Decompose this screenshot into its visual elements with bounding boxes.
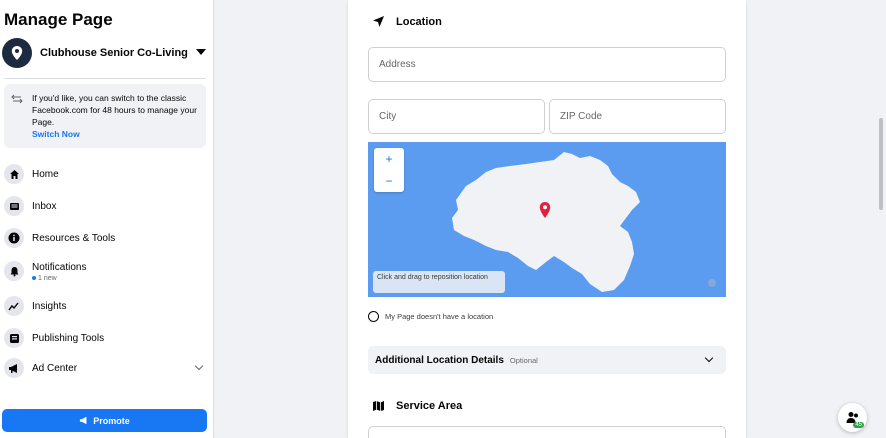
sidebar-item-inbox[interactable]: Inbox — [4, 193, 208, 219]
sidebar-item-label: Home — [32, 168, 59, 180]
page-name: Clubhouse Senior Co-Living — [40, 47, 188, 59]
chevron-down-icon[interactable] — [704, 353, 714, 363]
sidebar-item-label: Notifications — [32, 261, 87, 273]
address-input[interactable]: Address — [368, 47, 726, 82]
chevron-down-icon[interactable] — [194, 361, 204, 371]
sidebar-item-ad-center[interactable]: Ad Center — [4, 355, 208, 381]
city-input[interactable]: City — [368, 99, 545, 134]
megaphone-icon — [4, 358, 24, 378]
service-area-title: Service Area — [396, 400, 463, 412]
city-placeholder: City — [379, 111, 397, 122]
navigation-arrow-icon — [370, 15, 386, 28]
caret-down-icon[interactable] — [196, 49, 206, 55]
sidebar-item-label: Ad Center — [32, 362, 78, 374]
additional-location-details-accordion[interactable]: Additional Location Details Optional — [368, 346, 726, 374]
switch-now-link[interactable]: Switch Now — [32, 129, 80, 139]
insights-icon — [4, 296, 24, 316]
home-icon — [4, 164, 24, 184]
zoom-in-button[interactable]: + — [374, 148, 404, 170]
inbox-icon — [4, 196, 24, 216]
sidebar-item-label: Resources & Tools — [32, 232, 116, 244]
divider — [4, 78, 206, 79]
location-pin-icon — [11, 46, 23, 60]
notifications-sub-label: 1 new — [38, 275, 57, 282]
sidebar-title: Manage Page — [4, 10, 113, 29]
map-attribution-icon[interactable] — [708, 279, 716, 287]
location-section-header: Location — [370, 15, 442, 28]
location-title: Location — [396, 15, 442, 28]
service-area-input[interactable] — [368, 426, 726, 438]
publishing-icon — [4, 328, 24, 348]
manage-page-sidebar: Manage Page Clubhouse Senior Co-Living I… — [0, 0, 214, 438]
contacts-button[interactable]: 45 — [838, 403, 867, 432]
additional-details-title: Additional Location Details — [375, 354, 504, 366]
no-location-radio[interactable] — [368, 311, 379, 322]
sidebar-item-publishing-tools[interactable]: Publishing Tools — [4, 325, 208, 351]
notifications-count: 1 new — [32, 275, 57, 282]
bell-icon — [4, 261, 24, 281]
sidebar-item-label: Insights — [32, 300, 67, 312]
sidebar-item-label: Inbox — [32, 200, 57, 212]
service-area-section-header: Service Area — [370, 400, 462, 412]
sidebar-item-notifications[interactable]: Notifications 1 new — [4, 258, 208, 284]
page-switcher[interactable]: Clubhouse Senior Co-Living — [2, 38, 212, 68]
classic-notice: If you'd like, you can switch to the cla… — [4, 84, 206, 148]
optional-tag: Optional — [509, 355, 538, 365]
promote-button[interactable]: Promote — [2, 409, 207, 432]
promote-label: Promote — [93, 415, 130, 426]
zip-placeholder: ZIP Code — [560, 111, 603, 122]
page-scrollbar[interactable] — [879, 118, 883, 210]
zip-code-input[interactable]: ZIP Code — [549, 99, 726, 134]
switch-arrows-icon — [11, 93, 23, 108]
map-drag-hint: Click and drag to reposition location — [373, 271, 505, 293]
page-avatar — [2, 38, 32, 68]
map-icon — [370, 400, 386, 412]
map-zoom-controls: + − — [374, 148, 404, 192]
sidebar-item-insights[interactable]: Insights — [4, 293, 208, 319]
notice-text: If you'd like, you can switch to the cla… — [32, 93, 197, 127]
no-location-label: My Page doesn't have a location — [385, 312, 494, 321]
map-pin-icon[interactable] — [539, 202, 551, 218]
address-placeholder: Address — [379, 59, 416, 70]
sidebar-item-home[interactable]: Home — [4, 161, 208, 187]
megaphone-icon — [80, 416, 87, 425]
contacts-badge: 45 — [853, 422, 864, 428]
new-dot — [32, 276, 36, 281]
sidebar-item-label: Publishing Tools — [32, 332, 105, 344]
info-icon — [4, 228, 24, 248]
zoom-out-button[interactable]: − — [374, 170, 404, 192]
sidebar-item-resources[interactable]: Resources & Tools — [4, 225, 208, 251]
location-map[interactable]: + − Click and drag to reposition locatio… — [368, 142, 726, 297]
no-location-option[interactable]: My Page doesn't have a location — [368, 311, 493, 322]
